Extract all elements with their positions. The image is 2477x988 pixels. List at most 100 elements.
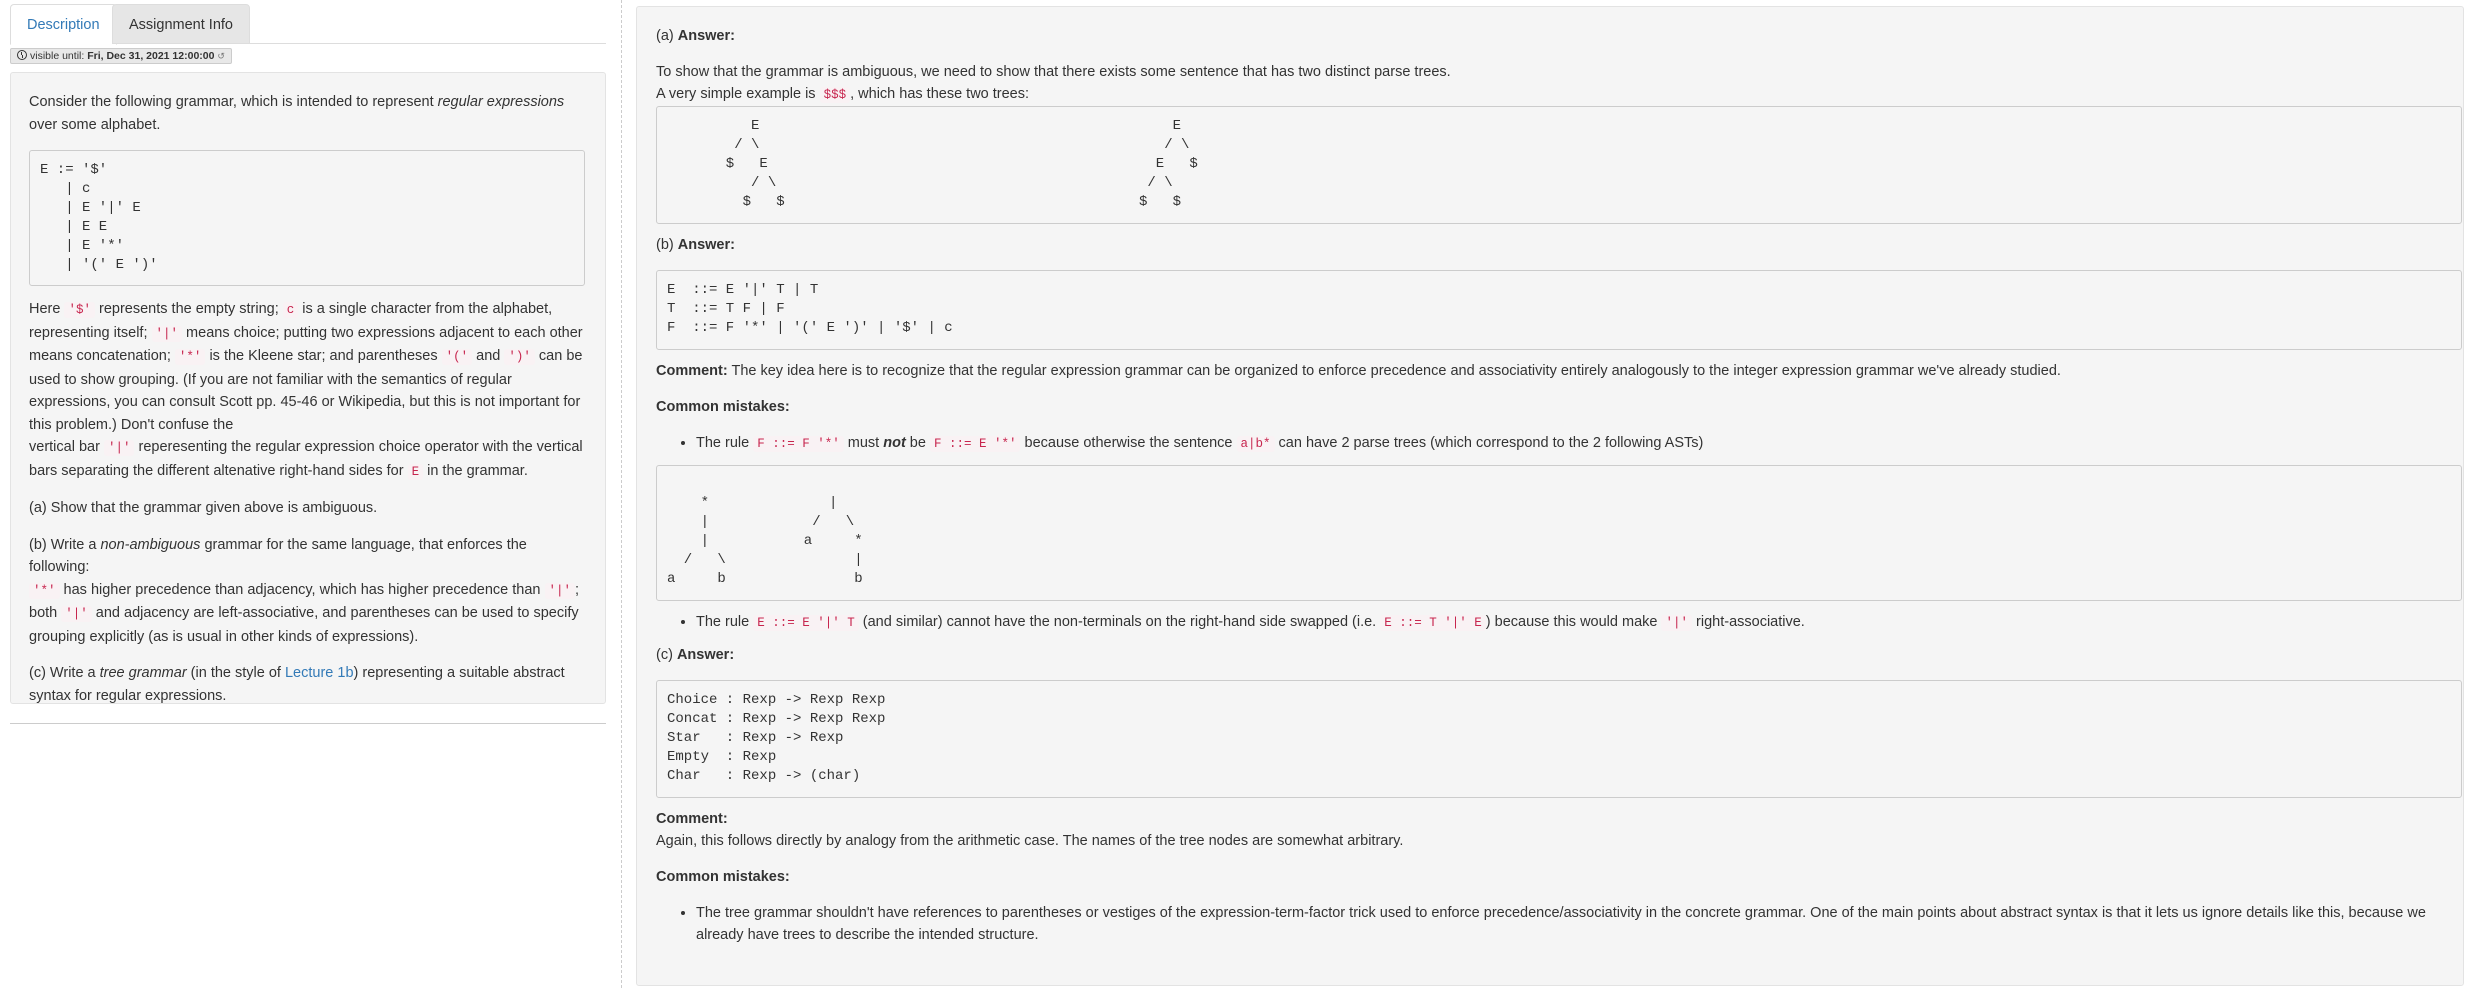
part-a-heading: (a) Answer: (656, 25, 2444, 47)
lecture-link[interactable]: Lecture 1b (285, 665, 354, 681)
intro-emphasis: regular expressions (437, 94, 565, 110)
inline-code: E (407, 463, 424, 480)
part-c-comment: Again, this follows directly by analogy … (656, 833, 1404, 849)
inline-code: a|b* (1236, 436, 1275, 452)
parse-tree-right: E / \ E $ / \ $ $ (1139, 118, 1198, 210)
part-c-question: (c) Write a tree grammar (in the style o… (29, 662, 587, 707)
inline-code: ')' (504, 349, 535, 365)
visibility-date: Fri, Dec 31, 2021 12:00:00 (87, 50, 215, 62)
intro-text: Consider the following grammar, which is… (29, 94, 438, 110)
part-b-question: (b) Write a non-ambiguous grammar for th… (29, 534, 587, 649)
pane-splitter[interactable] (621, 0, 622, 988)
part-b-heading: (b) Answer: (656, 234, 2444, 256)
part-b-comment: Comment: The key idea here is to recogni… (656, 360, 2444, 382)
answer-word: Answer: (676, 647, 735, 663)
inline-code: '(' (441, 349, 473, 365)
text: has higher precedence than adjacency, wh… (59, 581, 545, 598)
text: and adjacency are left-associative, and … (29, 605, 579, 645)
visibility-label: visible until: (30, 50, 85, 62)
inline-code: '*' (174, 349, 206, 365)
text: (and similar) cannot have the non-termin… (858, 614, 1381, 630)
text: , which has these two trees: (850, 86, 1030, 102)
mistakes-list: The tree grammar shouldn't have referenc… (696, 902, 2444, 946)
question-description: Consider the following grammar, which is… (10, 72, 606, 704)
parse-trees-block: E / \ $ E / \ $ $ E / \ E $ / \ $ $ (656, 106, 2462, 224)
mistakes-list: The rule E ::= E '|' T (and similar) can… (696, 611, 2444, 634)
part-label: (a) (656, 28, 678, 44)
answer-word: Answer: (677, 237, 735, 253)
ast-right: | / \ a * | b (803, 495, 863, 587)
text: A very simple example is (656, 86, 820, 102)
text: represents the empty string; (94, 301, 283, 317)
tab-description[interactable]: Description (10, 4, 117, 45)
ast-left: * | | / \ a b (667, 495, 726, 587)
text: The key idea here is to recognize that t… (727, 363, 2061, 379)
text: and (472, 348, 505, 364)
emphasis: not (883, 435, 906, 451)
list-item: The tree grammar shouldn't have referenc… (696, 902, 2444, 946)
mistakes-word: Common mistakes: (656, 869, 790, 885)
tab-assignment-info[interactable]: Assignment Info (112, 4, 250, 44)
inline-code: E ::= T '|' E (1380, 615, 1486, 631)
comment-word: Comment: (656, 811, 728, 827)
non-ambiguous-grammar-block: E ::= E '|' T | T T ::= T F | F F ::= F … (656, 270, 2462, 350)
inline-code: '|' (544, 582, 576, 599)
text: right-associative. (1692, 614, 1805, 630)
common-mistakes-heading: Common mistakes: (656, 396, 2444, 418)
text: (in the style of (186, 665, 285, 681)
question-explanation: Here '$' represents the empty string; c … (29, 298, 587, 483)
visibility-badge: visible until: Fri, Dec 31, 2021 12:00:0… (10, 48, 232, 64)
text: ) because this would make (1485, 614, 1662, 630)
inline-code: '*' (29, 582, 60, 599)
parse-tree-left: E / \ $ E / \ $ $ (725, 118, 785, 210)
question-intro: Consider the following grammar, which is… (29, 91, 587, 136)
text: is the Kleene star; and parentheses (205, 348, 442, 364)
list-item: The rule F ::= F '*' must not be F ::= E… (696, 432, 2444, 455)
answer-word: Answer: (677, 28, 735, 44)
inline-code: '$' (64, 302, 95, 318)
grammar-code-block: E := '$' | c | E '|' E | E E | E '*' | '… (29, 150, 585, 286)
reload-icon: ↺ (217, 51, 225, 61)
inline-code: E ::= E '|' T (753, 615, 859, 631)
text: The rule (696, 435, 754, 451)
text: in the grammar. (423, 462, 528, 479)
tree-grammar-block: Choice : Rexp -> Rexp Rexp Concat : Rexp… (656, 680, 2462, 798)
inline-code: c (282, 302, 299, 318)
tab-bar: Description Assignment Info (10, 4, 606, 45)
mistakes-list: The rule F ::= F '*' must not be F ::= E… (696, 432, 2444, 455)
part-a-text-1: To show that the grammar is ambiguous, w… (656, 64, 1451, 80)
left-pane: Description Assignment Info visible unti… (0, 0, 620, 988)
intro-text: over some alphabet. (29, 116, 161, 133)
inline-code: '|' (1661, 615, 1692, 631)
text: (b) Write a (29, 536, 101, 553)
comment-word: Comment: (656, 363, 728, 379)
inline-code: F ::= E '*' (929, 436, 1021, 452)
text: be (905, 435, 930, 451)
inline-code: '|' (151, 325, 183, 342)
inline-code: $$$ (819, 87, 851, 103)
text: (c) Write a (29, 665, 100, 681)
text: The rule (696, 614, 754, 630)
list-item: The rule E ::= E '|' T (and similar) can… (696, 611, 2444, 634)
part-a-text-2: A very simple example is $$$, which has … (656, 83, 2444, 106)
emphasis: tree grammar (99, 665, 187, 681)
inline-code: '|' (61, 606, 92, 622)
part-c-comment-heading: Comment: (656, 808, 2444, 830)
text: Here (29, 301, 65, 317)
mistakes-word: Common mistakes: (656, 399, 790, 415)
part-label: (b) (656, 237, 678, 253)
ast-block: * | | / \ a b | / \ a * | b (656, 465, 2462, 601)
emphasis: non-ambiguous (100, 536, 201, 553)
inline-code: F ::= F '*' (753, 436, 844, 452)
text: because otherwise the sentence (1020, 435, 1237, 451)
text: vertical bar (29, 439, 104, 455)
text: must (843, 435, 884, 451)
part-c-heading: (c) Answer: (656, 644, 2444, 666)
answer-panel: (a) Answer: To show that the grammar is … (636, 6, 2464, 986)
inline-code: '|' (103, 440, 135, 456)
text: can have 2 parse trees (which correspond… (1274, 435, 1704, 451)
divider-rule (10, 723, 606, 724)
part-label: (c) (656, 647, 677, 663)
clock-icon (17, 50, 27, 60)
part-a-question: (a) Show that the grammar given above is… (29, 500, 378, 516)
